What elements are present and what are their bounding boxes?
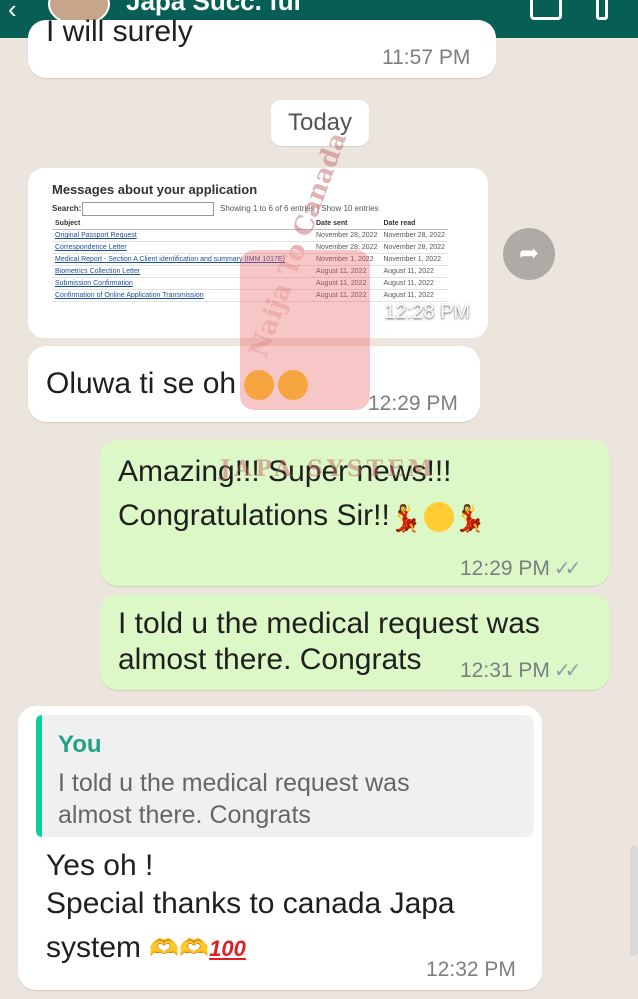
- quote-bar: [36, 715, 42, 837]
- row-date-sent: November 1, 2022: [313, 253, 381, 266]
- scroll-handle[interactable]: [630, 846, 638, 956]
- table-row: Correspondence Letter November 28, 2022 …: [52, 241, 448, 254]
- column-header: Subject: [52, 218, 313, 230]
- message-time: 12:28 PM: [384, 301, 470, 323]
- row-subject: Biometrics Collection Letter: [52, 265, 313, 278]
- quote-author: You: [58, 731, 102, 758]
- image-message[interactable]: Messages about your application Search: …: [28, 168, 488, 338]
- row-date-sent: November 28, 2022: [313, 229, 381, 242]
- grinning-face-icon: [423, 502, 454, 533]
- message-text: almost there. Congrats: [118, 643, 422, 676]
- message-time: 11:57 PM: [382, 46, 471, 69]
- message-text: Amazing!!! Super news!!!: [118, 455, 452, 488]
- row-date-sent: August 11, 2022: [313, 265, 381, 278]
- date-divider: Today: [271, 100, 369, 146]
- row-date-read: August 11, 2022: [380, 277, 448, 290]
- quoted-message[interactable]: You I told u the medical request was alm…: [36, 715, 534, 837]
- message-text: I will surely: [46, 15, 193, 48]
- table-row: Confirmation of Online Application Trans…: [52, 289, 448, 302]
- row-date-read: August 11, 2022: [380, 289, 448, 302]
- dancer-icon: 💃: [453, 503, 487, 534]
- column-header: Date read: [380, 218, 448, 230]
- row-subject: Original Passport Request: [52, 229, 313, 242]
- read-ticks-icon: ✓✓: [553, 558, 581, 580]
- row-date-read: August 11, 2022: [380, 265, 448, 278]
- message-text: Special thanks to canada Japa: [46, 887, 455, 920]
- row-date-read: November 28, 2022: [380, 229, 448, 242]
- table-row: Medical Report - Section A Client identi…: [52, 253, 448, 266]
- image-title: Messages about your application: [52, 182, 258, 197]
- arrow-left-icon[interactable]: ‹: [8, 0, 17, 25]
- image-search-box: [82, 202, 214, 216]
- row-subject: Confirmation of Online Application Trans…: [52, 289, 313, 302]
- table-row: Biometrics Collection Letter August 11, …: [52, 265, 448, 278]
- table-row: Submission Confirmation August 11, 2022 …: [52, 277, 448, 290]
- message-bubble-incoming[interactable]: Oluwa ti se oh 12:29 PM: [28, 346, 480, 422]
- column-header: Date sent: [313, 218, 381, 230]
- message-time: 12:32 PM: [426, 958, 516, 981]
- message-bubble-outgoing[interactable]: Amazing!!! Super news!!! Congratulations…: [100, 440, 610, 586]
- quote-text: I told u the medical request was almost …: [58, 769, 410, 829]
- row-date-sent: August 11, 2022: [313, 289, 381, 302]
- message-text: Yes oh !: [46, 849, 154, 882]
- message-bubble-incoming[interactable]: I will surely 11:57 PM: [28, 15, 496, 78]
- message-text: system 🫶🫶100: [46, 931, 246, 964]
- row-date-read: November 28, 2022: [380, 241, 448, 254]
- read-ticks-icon: ✓✓: [553, 660, 581, 682]
- row-subject: Medical Report - Section A Client identi…: [52, 253, 313, 266]
- table-row: Original Passport Request November 28, 2…: [52, 229, 448, 242]
- row-subject: Submission Confirmation: [52, 277, 313, 290]
- forward-arrow-icon[interactable]: ➦: [503, 228, 555, 280]
- video-call-icon[interactable]: [530, 0, 562, 20]
- message-text: Congratulations Sir!!💃 💃: [118, 499, 487, 534]
- grinning-face-icon: [244, 370, 275, 401]
- message-time: 12:31 PM ✓✓: [460, 659, 581, 682]
- image-search-label: Search:: [52, 204, 82, 213]
- row-subject: Correspondence Letter: [52, 241, 313, 254]
- dancer-icon: 💃: [389, 503, 423, 534]
- message-time: 12:29 PM ✓✓: [460, 557, 581, 580]
- message-text: Oluwa ti se oh: [46, 366, 309, 402]
- grinning-face-icon: [278, 370, 309, 401]
- more-icon[interactable]: [596, 0, 608, 20]
- row-date-sent: August 11, 2022: [313, 277, 381, 290]
- heart-hands-icon: 🫶🫶: [149, 935, 210, 963]
- message-time: 12:29 PM: [368, 392, 458, 415]
- image-showing-text: Showing 1 to 6 of 6 entries | Show 10 en…: [220, 204, 379, 213]
- row-date-sent: November 28, 2022: [313, 241, 381, 254]
- message-bubble-outgoing[interactable]: I told u the medical request was almost …: [100, 594, 610, 690]
- image-table: Subject Date sent Date read Original Pas…: [52, 218, 448, 302]
- message-text: I told u the medical request was: [118, 607, 540, 640]
- row-date-read: November 1, 2022: [380, 253, 448, 266]
- hundred-points-icon: 100: [209, 936, 246, 962]
